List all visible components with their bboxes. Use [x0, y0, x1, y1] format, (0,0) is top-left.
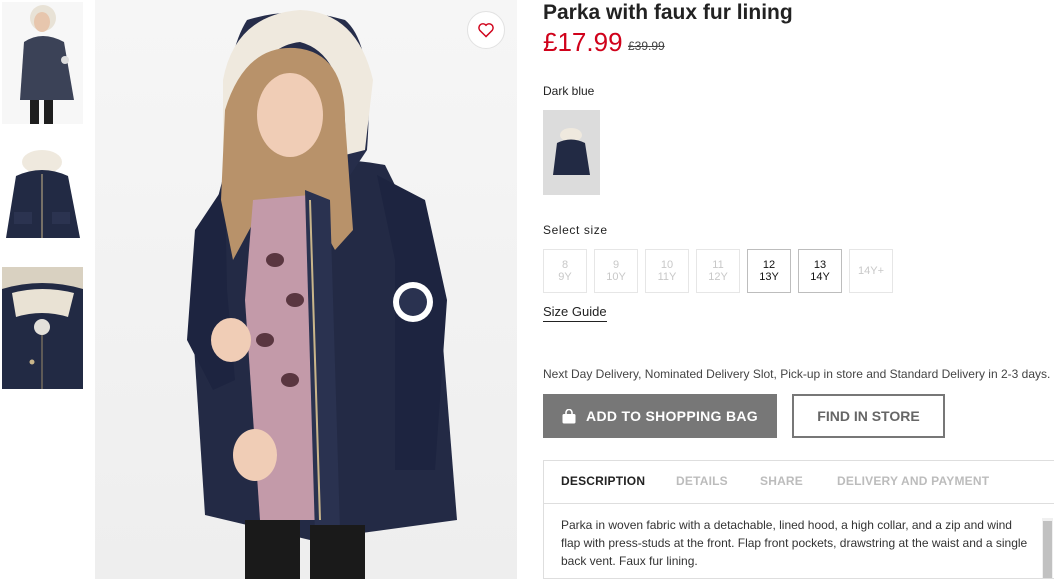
size-option[interactable]: 10 11Y [645, 249, 689, 293]
size-option[interactable]: 9 10Y [594, 249, 638, 293]
product-title: Parka with faux fur lining [543, 1, 793, 24]
tab-description[interactable]: DESCRIPTION [561, 474, 645, 488]
shopping-bag-icon [562, 408, 576, 423]
thumbnail-image [2, 267, 83, 389]
size-year: 10Y [606, 271, 626, 283]
size-age: 11 [712, 259, 724, 271]
color-name: Dark blue [543, 84, 595, 98]
size-age: 9 [612, 259, 620, 271]
size-age: 13 [813, 259, 827, 271]
size-option[interactable]: 12 13Y [747, 249, 791, 293]
size-guide-link[interactable]: Size Guide [543, 304, 607, 322]
size-age: 12 [762, 259, 776, 271]
size-option[interactable]: 8 9Y [543, 249, 587, 293]
thumbnail-image [2, 2, 83, 124]
find-in-store-button[interactable]: FIND IN STORE [792, 394, 945, 438]
size-year: 11Y [657, 271, 677, 283]
price-original: £39.99 [628, 39, 665, 53]
size-label: Select size [543, 223, 608, 237]
thumbnail-image [2, 146, 83, 243]
tab-bar: DESCRIPTION DETAILS SHARE DELIVERY AND P… [544, 461, 1054, 504]
size-option[interactable]: 11 12Y [696, 249, 740, 293]
thumbnail-jacket-detail[interactable] [2, 267, 83, 389]
size-year: 12Y [708, 271, 728, 283]
size-age: 10 [660, 259, 674, 271]
size-year: 13Y [759, 271, 779, 283]
size-selector: 8 9Y 9 10Y 10 11Y 11 12Y 12 13Y 13 14Y 14Y+ [543, 249, 893, 293]
thumbnail-jacket-flat[interactable] [2, 146, 83, 243]
size-age: 14Y+ [858, 265, 884, 277]
product-info-panel: DESCRIPTION DETAILS SHARE DELIVERY AND P… [543, 460, 1054, 579]
price-current: £17.99 [543, 27, 623, 57]
color-swatch-dark-blue[interactable] [543, 110, 600, 195]
add-to-bag-button[interactable]: ADD TO SHOPPING BAG [543, 394, 777, 438]
tab-details[interactable]: DETAILS [676, 474, 728, 488]
scrollbar-thumb[interactable] [1043, 521, 1052, 578]
size-option[interactable]: 13 14Y [798, 249, 842, 293]
tab-delivery-and-payment[interactable]: DELIVERY AND PAYMENT [837, 474, 989, 488]
tab-share[interactable]: SHARE [760, 474, 803, 488]
description-text: Parka in woven fabric with a detachable,… [561, 518, 1028, 568]
size-option[interactable]: 14Y+ [849, 249, 893, 293]
delivery-info: Next Day Delivery, Nominated Delivery Sl… [543, 367, 1051, 381]
size-year: 9Y [558, 271, 572, 283]
heart-icon [478, 23, 494, 38]
model-in-parka-illustration [95, 0, 517, 579]
add-to-bag-label: ADD TO SHOPPING BAG [586, 408, 758, 424]
size-age: 8 [561, 259, 569, 271]
swatch-jacket-image [543, 110, 600, 195]
main-product-image[interactable] [95, 0, 517, 579]
size-year: 14Y [810, 271, 830, 283]
thumbnail-model-front[interactable] [2, 2, 83, 124]
wishlist-button[interactable] [467, 11, 505, 49]
